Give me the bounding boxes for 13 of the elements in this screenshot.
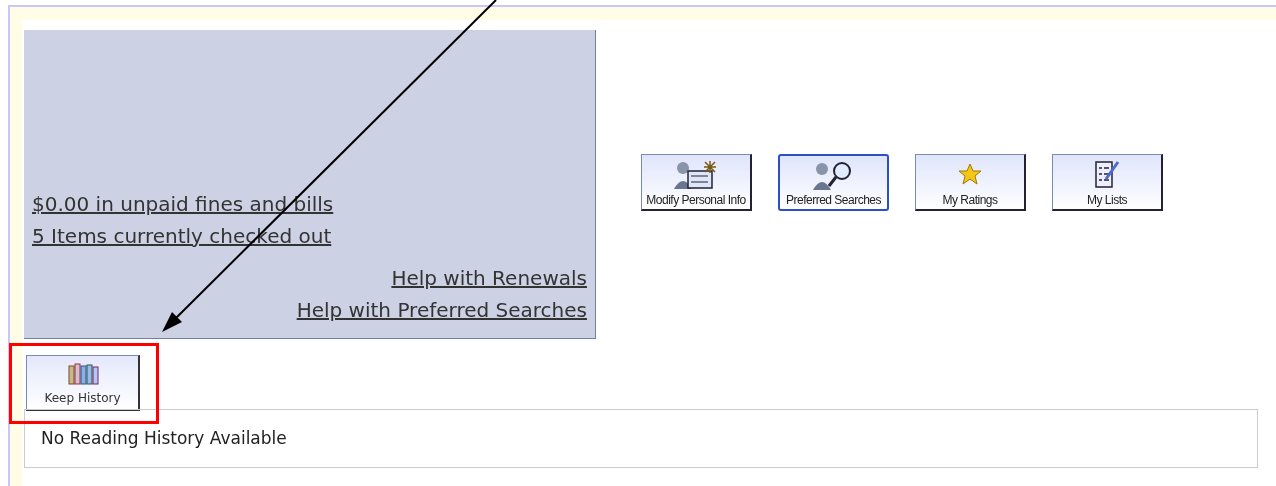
- checklist-icon: [1094, 159, 1120, 189]
- toolbar-button[interactable]: My Ratings: [915, 154, 1026, 211]
- account-link[interactable]: Help with Renewals: [391, 262, 587, 294]
- empty-history-message: No Reading History Available: [41, 426, 287, 450]
- account-link[interactable]: $0.00 in unpaid fines and bills: [32, 188, 334, 220]
- toolbar-button[interactable]: Preferred Searches: [778, 154, 889, 211]
- books-icon: [66, 363, 99, 385]
- person-form-icon: [674, 159, 718, 189]
- account-link[interactable]: Help with Preferred Searches: [296, 294, 587, 326]
- star-icon: [958, 163, 982, 185]
- keep-history-button[interactable]: Keep History: [26, 355, 140, 411]
- toolbar-button[interactable]: My Lists: [1052, 154, 1163, 211]
- toolbar-button[interactable]: Modify Personal Info: [641, 154, 752, 211]
